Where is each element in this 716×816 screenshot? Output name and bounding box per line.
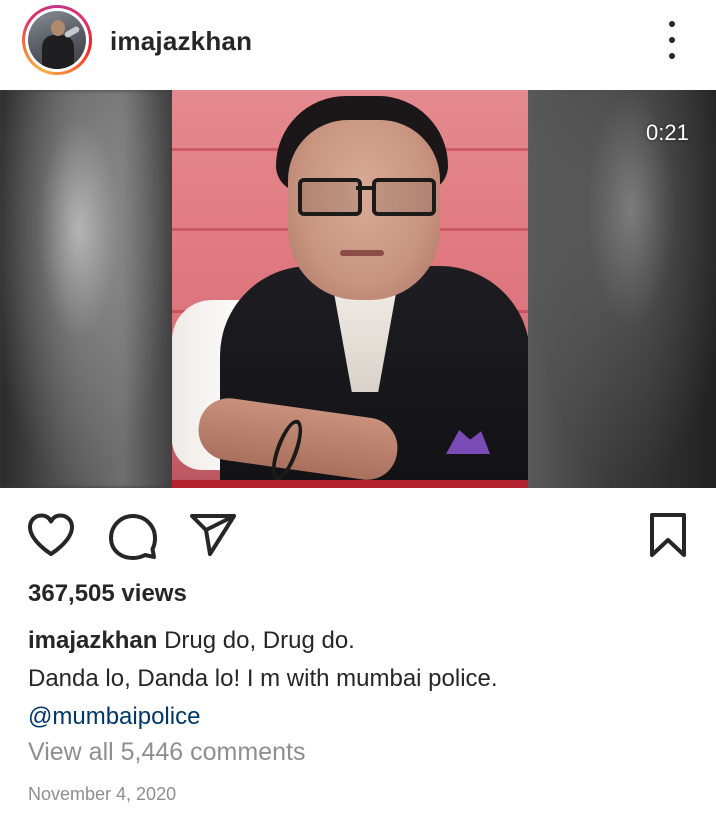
post-actions [0, 488, 716, 578]
like-button[interactable] [26, 512, 76, 558]
heart-icon [28, 513, 74, 556]
post-header: imajazkhan [0, 0, 716, 90]
video-blur-right [528, 90, 716, 488]
avatar[interactable] [28, 11, 86, 69]
more-options-button[interactable] [658, 18, 686, 62]
comment-button[interactable] [108, 512, 158, 560]
post-caption: imajazkhan Drug do, Drug do. Danda lo, D… [28, 622, 698, 736]
view-all-comments-link[interactable]: View all 5,446 comments [28, 738, 305, 767]
video-blur-left [0, 90, 175, 488]
avatar-story-ring[interactable] [22, 5, 92, 75]
save-button[interactable] [648, 512, 688, 558]
post-date: November 4, 2020 [28, 784, 177, 804]
paper-plane-icon [190, 514, 236, 556]
caption-mention-link[interactable]: @mumbaipolice [28, 698, 698, 736]
post-username[interactable]: imajazkhan [110, 26, 252, 57]
video-frame [172, 90, 528, 488]
caption-line-1: Drug do, Drug do. [164, 627, 355, 654]
view-count[interactable]: 367,505 views [28, 580, 187, 608]
share-button[interactable] [188, 512, 238, 560]
video-duration: 0:21 [646, 120, 689, 145]
video-player[interactable]: 0:21 [0, 90, 716, 488]
caption-line-2: Danda lo, Danda lo! I m with mumbai poli… [28, 665, 498, 692]
more-vertical-icon [669, 21, 675, 27]
caption-username[interactable]: imajazkhan [28, 627, 157, 654]
comment-bubble-icon [109, 514, 157, 560]
bookmark-icon [650, 513, 686, 557]
